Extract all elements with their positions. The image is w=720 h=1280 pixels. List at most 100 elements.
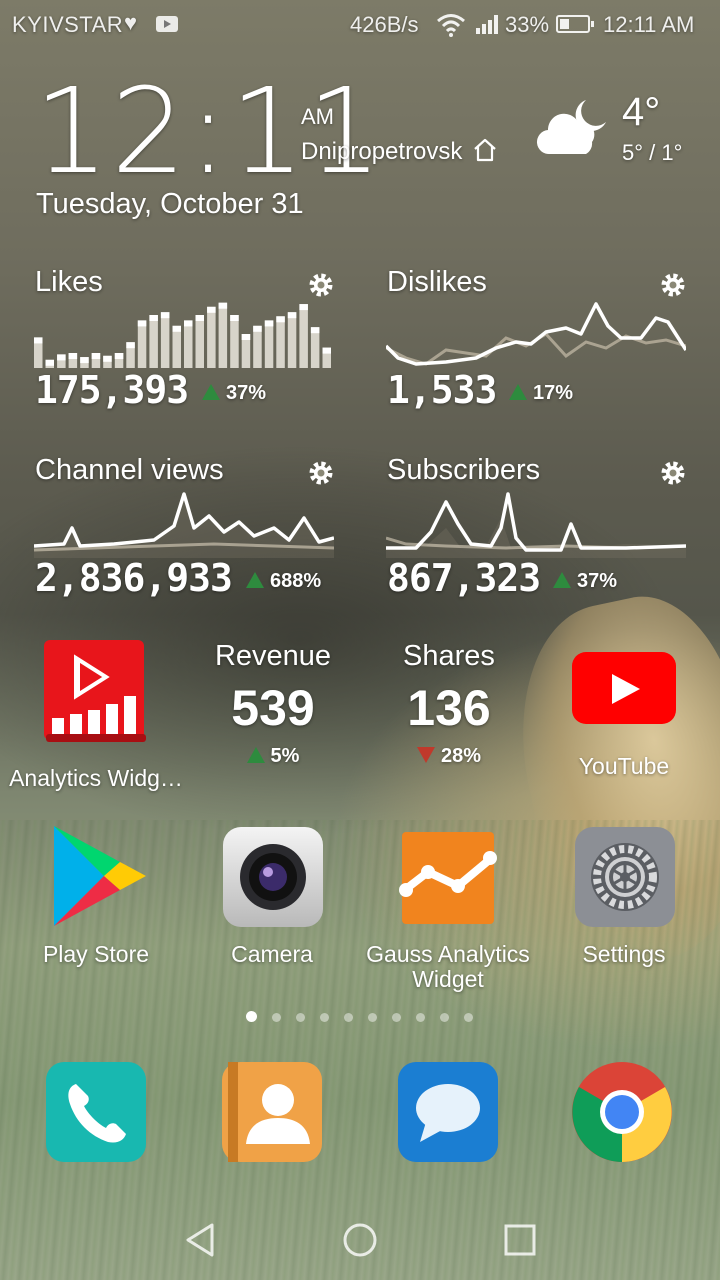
youtube-notification-icon xyxy=(156,16,178,32)
revenue-title: Revenue xyxy=(214,640,332,672)
chrome-icon[interactable] xyxy=(570,1060,674,1164)
likes-bar xyxy=(137,320,147,368)
channel-views-delta: 688% xyxy=(246,570,321,593)
likes-bar xyxy=(184,320,193,368)
trend-up-icon xyxy=(509,384,527,400)
gear-icon[interactable] xyxy=(306,458,336,488)
status-time: 12:11 AM xyxy=(603,12,695,37)
page-dot[interactable] xyxy=(344,1013,353,1022)
likes-bar xyxy=(230,315,239,368)
phone-icon[interactable] xyxy=(46,1062,146,1162)
likes-bar xyxy=(149,315,158,368)
dislikes-title: Dislikes xyxy=(387,266,487,298)
gauss-analytics-label: Gauss Analytics Widget xyxy=(366,941,530,992)
shares-title: Shares xyxy=(403,640,495,672)
channel-views-value: 2,836,933 xyxy=(35,556,233,600)
revenue-widget[interactable]: Revenue 539 5% xyxy=(196,640,350,790)
subscribers-delta: 37% xyxy=(553,570,617,593)
network-speed: 426B/s xyxy=(350,12,419,37)
settings-icon xyxy=(575,827,675,927)
likes-bar xyxy=(218,302,228,368)
messages-icon[interactable] xyxy=(398,1062,498,1162)
page-dot[interactable] xyxy=(368,1013,377,1022)
trend-up-icon xyxy=(202,384,220,400)
settings-label: Settings xyxy=(582,941,666,967)
carrier-name: KYIVSTAR xyxy=(12,12,124,37)
analytics-widget-app[interactable]: Analytics Widg… xyxy=(6,638,186,798)
page-dot[interactable] xyxy=(440,1013,449,1022)
temperature-range: 5° / 1° xyxy=(622,140,683,165)
likes-bar xyxy=(287,312,297,368)
gauss-analytics-app[interactable]: Gauss Analytics Widget xyxy=(358,828,538,998)
gauss-analytics-icon xyxy=(399,832,497,924)
dislikes-value: 1,533 xyxy=(387,368,497,412)
health-icon: ♥ xyxy=(124,10,138,35)
likes-bar xyxy=(299,304,308,368)
youtube-label: YouTube xyxy=(578,753,670,779)
gear-icon[interactable] xyxy=(658,458,688,488)
trend-up-icon xyxy=(246,747,265,763)
play-store-icon xyxy=(54,826,146,926)
shares-widget[interactable]: Shares 136 28% xyxy=(372,640,526,790)
home-icon xyxy=(474,138,496,162)
home-button-icon[interactable] xyxy=(342,1222,378,1258)
partly-cloudy-night-icon[interactable] xyxy=(536,96,610,158)
clock-date: Tuesday, October 31 xyxy=(36,188,304,220)
navigation-bar xyxy=(0,1184,720,1280)
page-dot[interactable] xyxy=(272,1013,281,1022)
analytics-widget-icon xyxy=(44,640,146,742)
shares-value: 136 xyxy=(407,680,491,736)
play-store-app[interactable]: Play Store xyxy=(6,822,186,972)
dislikes-delta: 17% xyxy=(509,382,573,405)
clock-city: Dnipropetrovsk xyxy=(301,138,463,165)
likes-bar xyxy=(160,312,170,368)
temperature: 4° xyxy=(622,90,661,134)
analytics-widget-label: Analytics Widg… xyxy=(9,765,183,791)
page-dot[interactable] xyxy=(464,1013,473,1022)
settings-app[interactable]: Settings xyxy=(534,826,714,976)
clock-time[interactable]: 12:11 xyxy=(34,62,384,200)
signal-icon xyxy=(476,14,502,34)
page-dot[interactable] xyxy=(246,1011,257,1022)
recents-icon[interactable] xyxy=(504,1224,536,1256)
likes-bar-chart xyxy=(34,302,331,368)
page-dot[interactable] xyxy=(296,1013,305,1022)
likes-value: 175,393 xyxy=(35,368,189,412)
clock-ampm: AM xyxy=(301,104,334,129)
likes-bar xyxy=(253,325,262,368)
gear-icon[interactable] xyxy=(658,270,688,300)
youtube-app[interactable]: YouTube xyxy=(534,648,714,788)
camera-label: Camera xyxy=(231,941,313,967)
subscribers-line-chart xyxy=(386,492,686,558)
likes-bar xyxy=(276,316,285,368)
trend-down-icon xyxy=(416,747,435,763)
status-bar: KYIVSTAR ♥ 426B/s 33% 12:11 AM xyxy=(0,0,720,50)
subscribers-title: Subscribers xyxy=(387,454,541,486)
page-dot[interactable] xyxy=(392,1013,401,1022)
camera-app[interactable]: Camera xyxy=(182,826,362,976)
likes-bar xyxy=(264,320,274,368)
likes-bar xyxy=(195,315,204,368)
gear-icon[interactable] xyxy=(306,270,336,300)
back-icon[interactable] xyxy=(184,1222,216,1258)
likes-bar xyxy=(207,306,216,368)
revenue-delta: 5% xyxy=(196,745,350,768)
likes-delta: 37% xyxy=(202,382,266,405)
channel-views-line-chart xyxy=(34,492,334,558)
dislikes-line-chart xyxy=(386,302,686,366)
trend-up-icon xyxy=(246,572,264,588)
play-store-label: Play Store xyxy=(42,941,150,967)
page-indicator[interactable] xyxy=(246,1009,488,1022)
page-dot[interactable] xyxy=(416,1013,425,1022)
battery-percent: 33% xyxy=(505,12,550,37)
likes-bar xyxy=(172,325,181,368)
youtube-icon xyxy=(572,652,676,724)
trend-up-icon xyxy=(553,572,571,588)
page-dot[interactable] xyxy=(320,1013,329,1022)
shares-delta: 28% xyxy=(372,745,526,768)
likes-title: Likes xyxy=(35,266,103,298)
contacts-icon[interactable] xyxy=(222,1062,322,1162)
wifi-icon xyxy=(437,14,465,37)
camera-icon xyxy=(223,827,323,927)
likes-bar xyxy=(310,327,320,368)
